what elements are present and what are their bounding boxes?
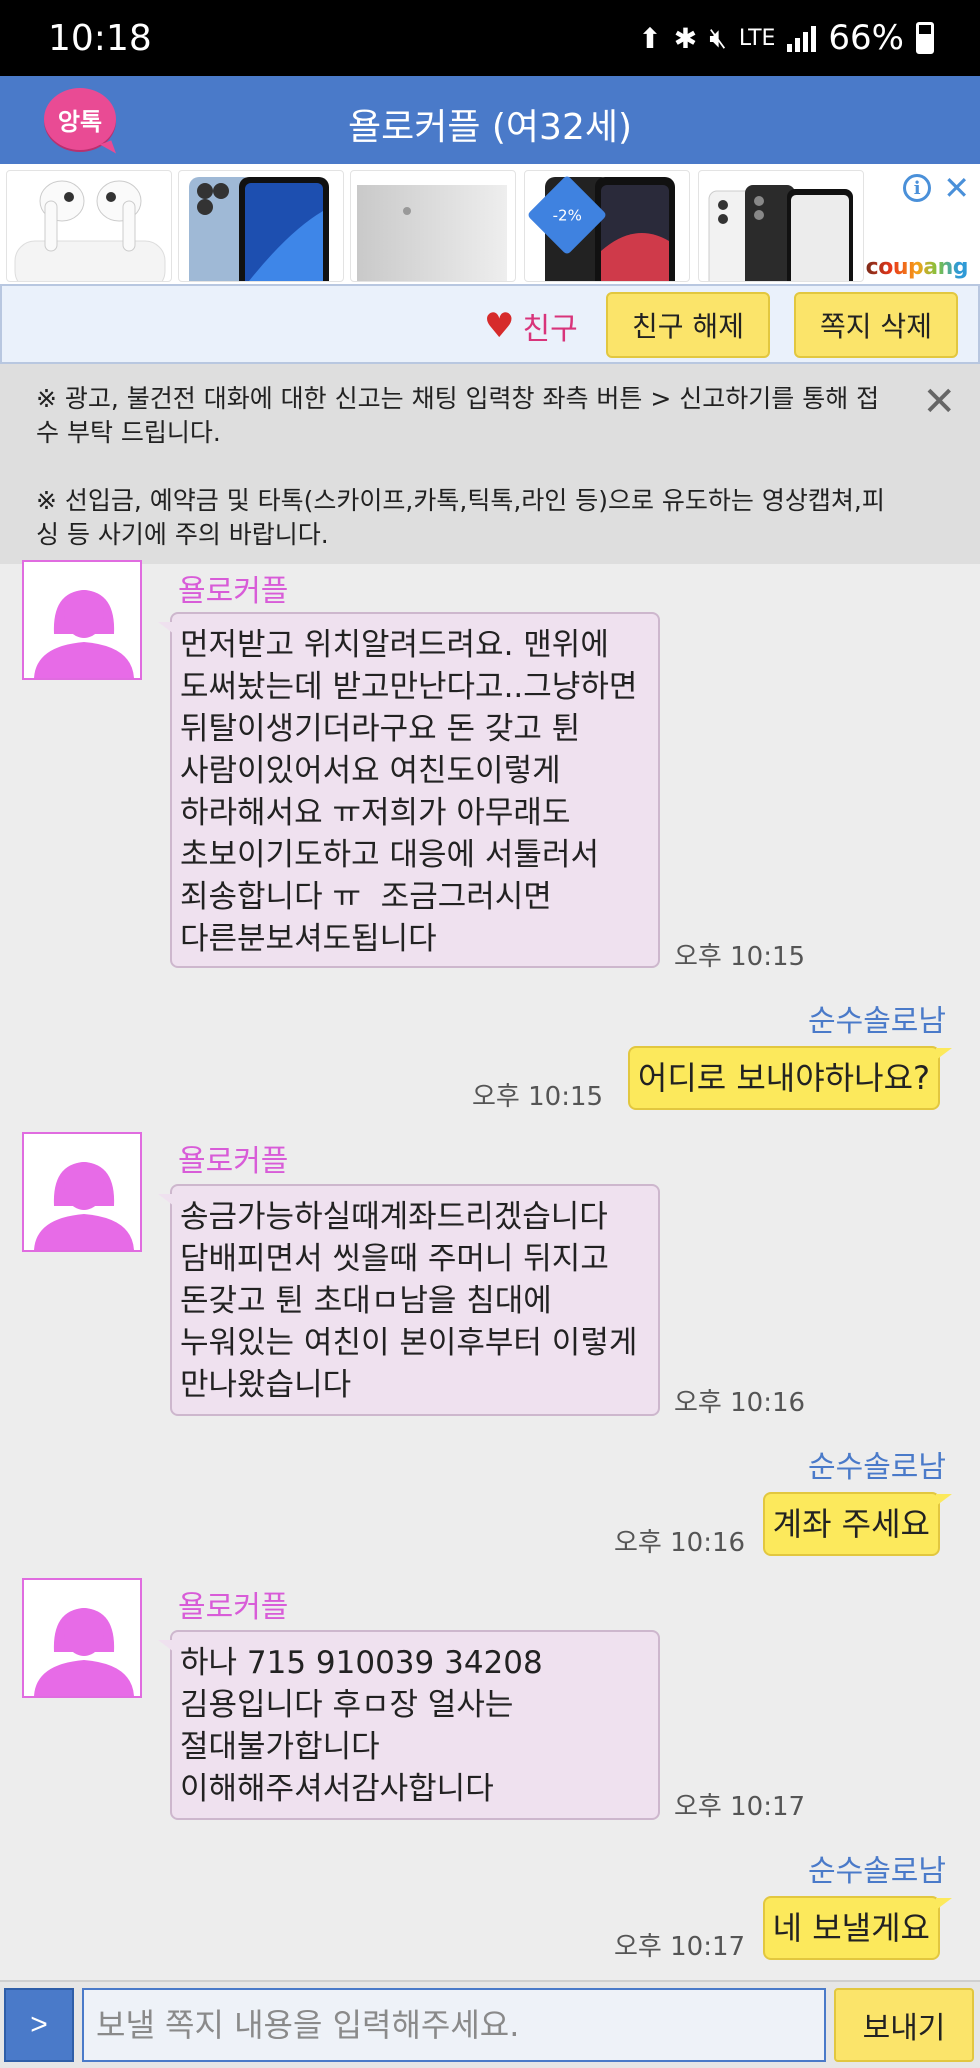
sender-name: 욜로커플 (178, 1144, 289, 1179)
ad-product-device[interactable] (350, 170, 516, 282)
ad-controls: i ✕ (903, 172, 970, 204)
friend-status: ♥ 친구 (484, 304, 578, 348)
battery-icon (916, 22, 934, 54)
message-time: 오후 10:15 (472, 1082, 604, 1112)
discount-text: -2% (552, 205, 582, 224)
my-name: 순수솔로남 (808, 1004, 946, 1039)
status-bar: 10:18 ⬆ ✱ 🔇︎ LTE 66% (0, 0, 980, 76)
female-avatar-icon (34, 1608, 134, 1696)
female-avatar-icon (34, 1162, 134, 1250)
message-bubble-incoming[interactable]: 먼저받고 위치알려드려요. 맨위에 도써놨는데 받고만난다고..그냥하면 뒤탈이… (158, 612, 660, 968)
device-image (357, 185, 507, 281)
heart-icon: ♥ (484, 306, 515, 346)
chat-title: 욜로커플 (여32세) (347, 107, 633, 148)
unfriend-button[interactable]: 친구 해제 (606, 292, 770, 358)
delete-message-button[interactable]: 쪽지 삭제 (794, 292, 958, 358)
message-time: 오후 10:15 (674, 942, 806, 972)
avatar[interactable] (22, 1132, 142, 1252)
ad-product-phone-black[interactable]: -2% (524, 170, 690, 282)
status-time: 10:18 (48, 18, 152, 59)
ad-product-phone-galaxy[interactable] (698, 170, 864, 282)
status-icons: ⬆ ✱ 🔇︎ LTE 66% (638, 18, 934, 58)
ad-banner[interactable]: -2% i ✕ coupang (0, 164, 980, 284)
ad-close-icon[interactable]: ✕ (943, 172, 970, 204)
female-avatar-icon (34, 590, 134, 678)
ad-product-phone-blue[interactable] (178, 170, 344, 282)
message-bubble-outgoing[interactable]: 계좌 주세요 (762, 1492, 953, 1556)
message-bubble-incoming[interactable]: 하나 715 910039 34208 김용입니다 후ㅁ장 얼사는 절대불가합니… (158, 1630, 660, 1820)
ad-brand-logo[interactable]: coupang (865, 255, 969, 280)
message-time: 오후 10:17 (614, 1932, 746, 1962)
send-button[interactable]: 보내기 (834, 1988, 974, 2062)
ad-product-earbuds[interactable] (6, 170, 172, 282)
app-header: 앙톡 욜로커플 (여32세) (0, 76, 980, 164)
mute-icon: 🔇︎ (709, 21, 727, 54)
message-input-bar: > 보내기 (0, 1980, 980, 2068)
sender-name: 욜로커플 (178, 574, 289, 609)
network-icon: LTE (738, 25, 776, 51)
notice-report: ※ 광고, 불건전 대화에 대한 신고는 채팅 입력창 좌측 버튼 > 신고하기… (36, 384, 880, 447)
message-bubble-outgoing[interactable]: 어디로 보내야하나요? (627, 1046, 953, 1110)
my-name: 순수솔로남 (808, 1450, 946, 1485)
avatar[interactable] (22, 560, 142, 680)
message-time: 오후 10:16 (614, 1528, 746, 1558)
friend-status-label: 친구 (522, 312, 578, 347)
ad-brand-text: coupang (865, 255, 969, 280)
phone-blue-image (189, 177, 329, 281)
message-time: 오후 10:17 (674, 1792, 806, 1822)
my-name: 순수솔로남 (808, 1854, 946, 1889)
message-time: 오후 10:16 (674, 1388, 806, 1418)
signal-icon (787, 24, 817, 52)
sender-name: 욜로커플 (178, 1590, 289, 1625)
earbuds-image (14, 180, 166, 281)
info-icon[interactable]: i (903, 174, 932, 202)
friend-action-bar: ♥ 친구 친구 해제 쪽지 삭제 (0, 284, 980, 364)
notice-close-icon[interactable]: ✕ (922, 382, 956, 422)
warning-notice: ※ 광고, 불건전 대화에 대한 신고는 채팅 입력창 좌측 버튼 > 신고하기… (0, 364, 980, 564)
report-menu-button[interactable]: > (4, 1988, 74, 2062)
message-bubble-incoming[interactable]: 송금가능하실때계좌드리겠습니다 담배피면서 씻을때 주머니 뒤지고 돈갖고 튄 … (158, 1184, 660, 1416)
bluetooth-icon: ✱ (673, 21, 698, 55)
phone-galaxy-image (708, 185, 853, 281)
notice-fraud: ※ 선입금, 예약금 및 타톡(스카이프,카톡,틱톡,라인 등)으로 유도하는 … (36, 486, 885, 549)
avatar[interactable] (22, 1578, 142, 1698)
message-bubble-outgoing[interactable]: 네 보낼게요 (762, 1896, 953, 1960)
message-input[interactable] (82, 1988, 826, 2062)
battery-percent: 66% (828, 18, 904, 58)
upload-icon: ⬆ (638, 21, 662, 55)
